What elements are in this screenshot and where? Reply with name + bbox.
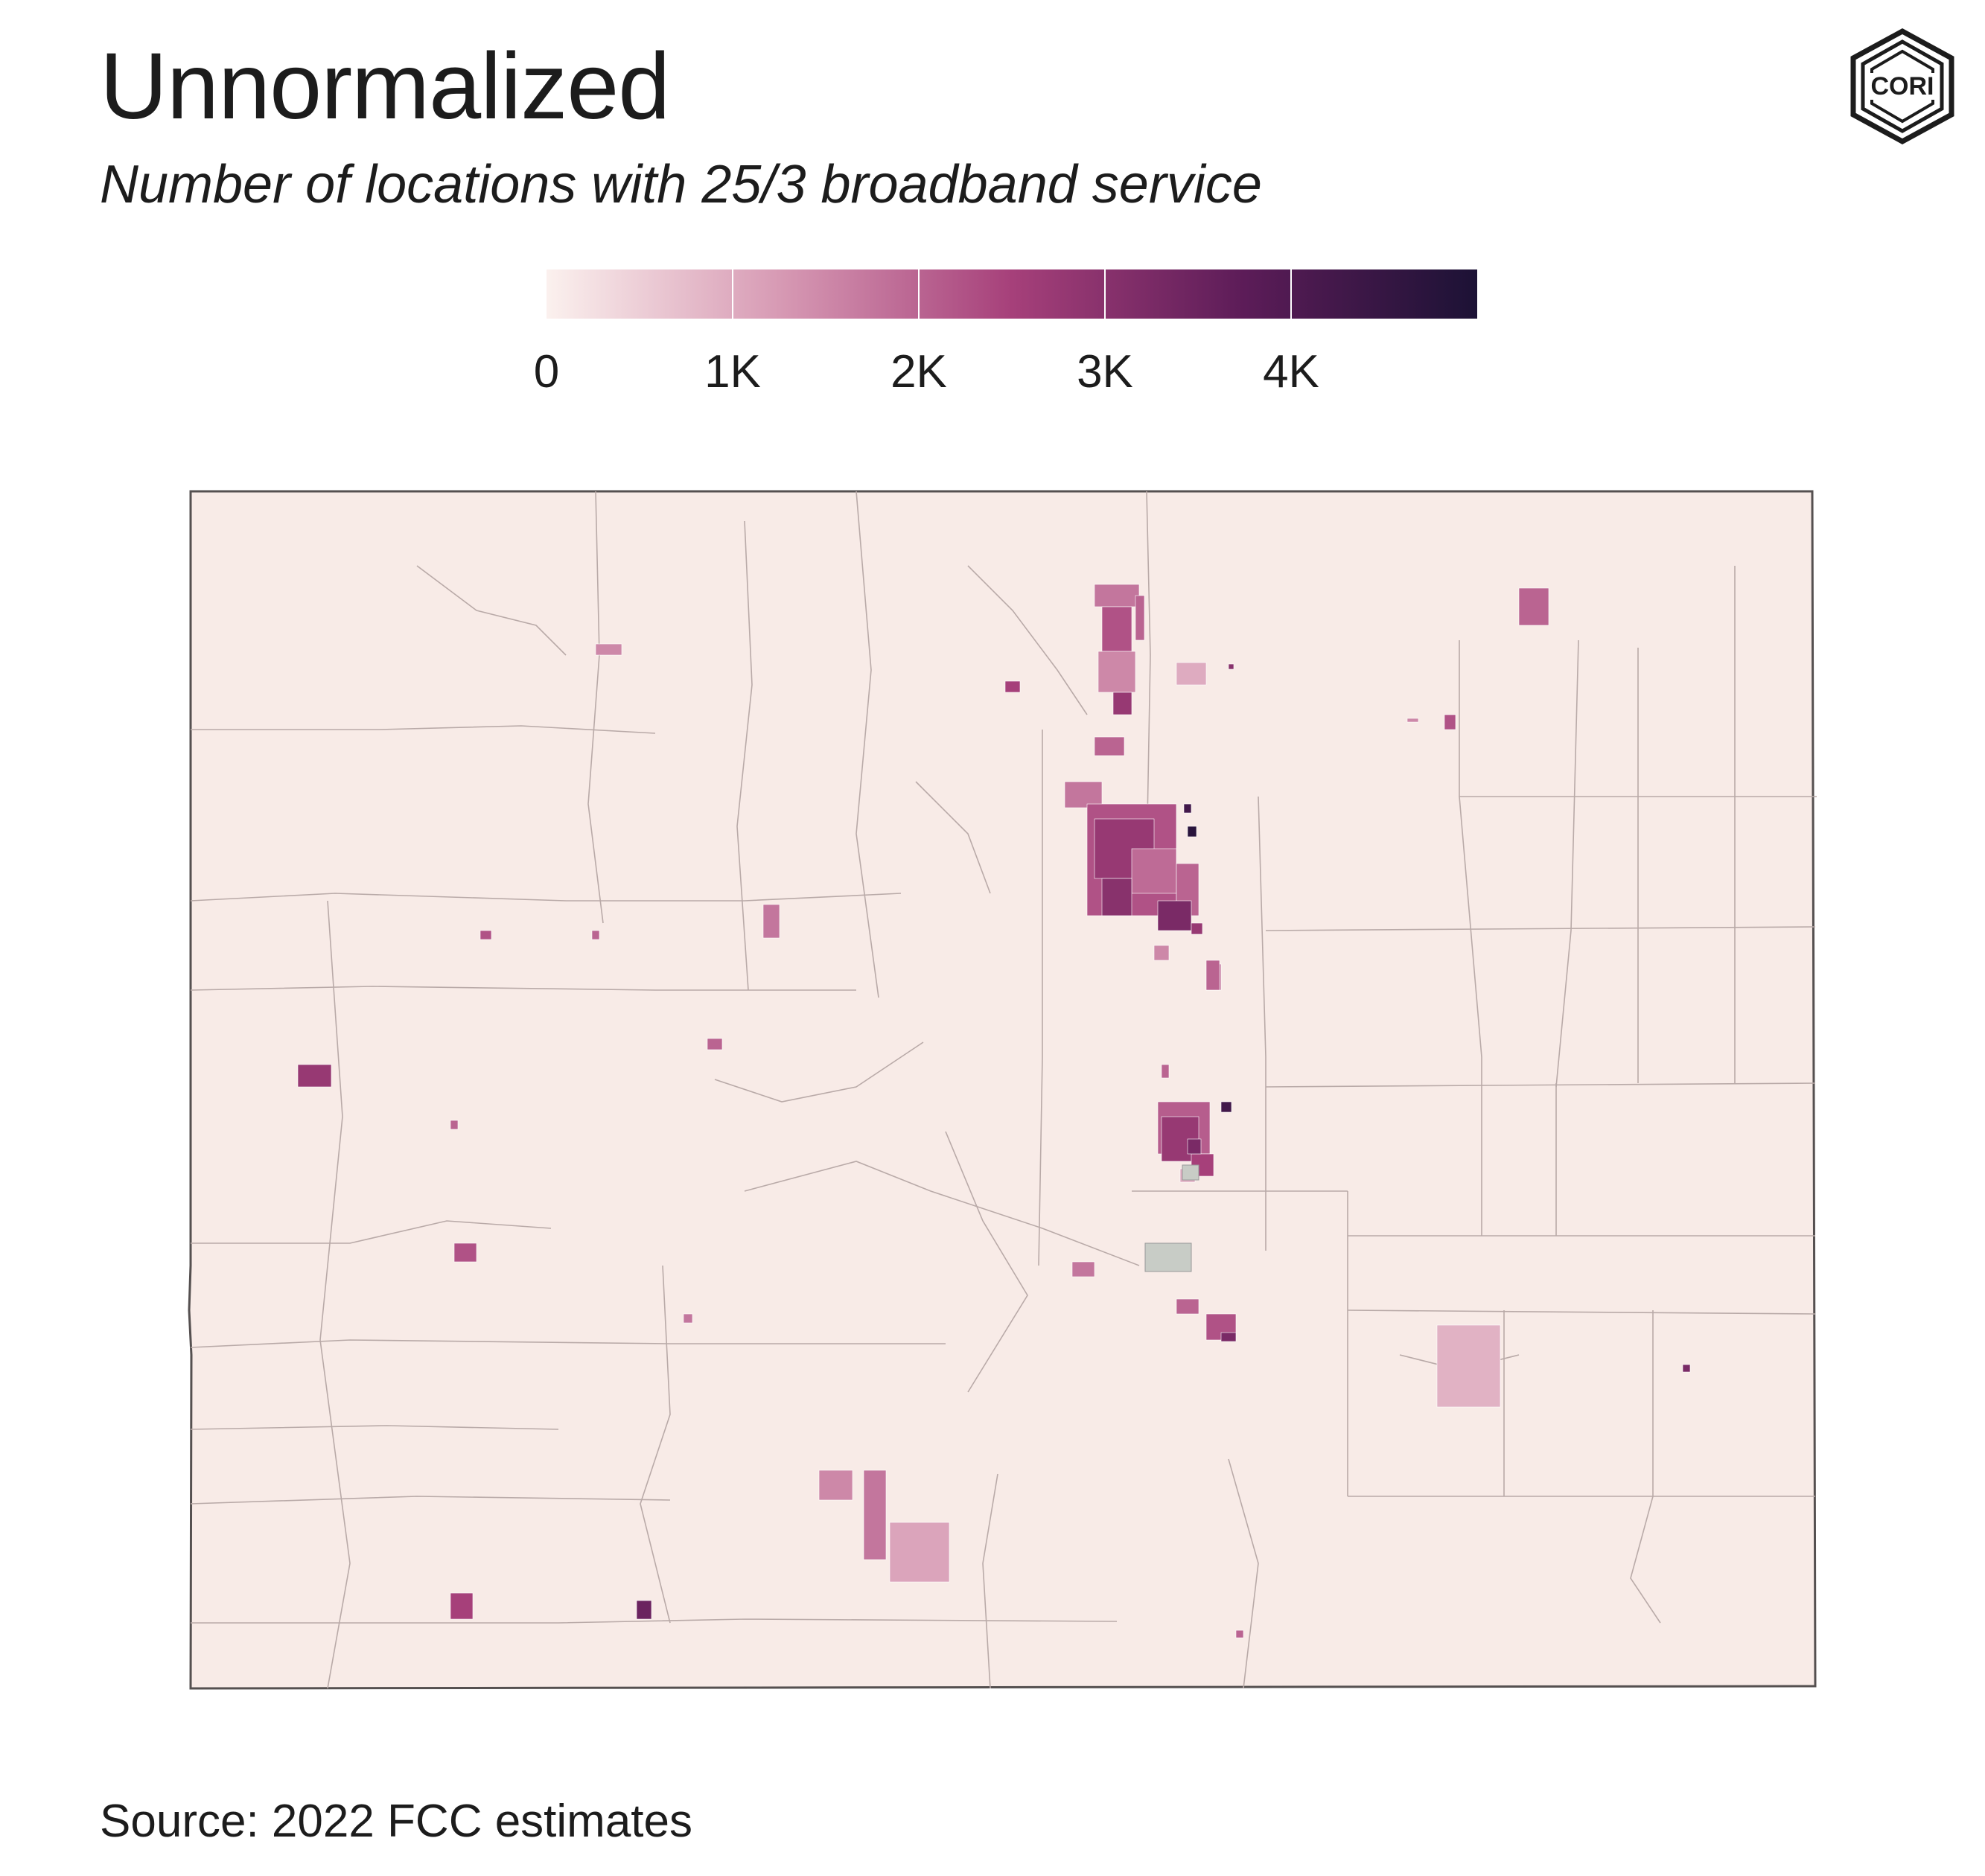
tract-shape — [1220, 1101, 1232, 1113]
no-data-tract — [1182, 1164, 1199, 1181]
tract-shape — [1131, 848, 1177, 894]
no-data-tract — [1144, 1242, 1192, 1272]
tract-shape — [707, 1038, 723, 1050]
tract-shape — [297, 1064, 332, 1088]
tract-shape — [1235, 1630, 1244, 1639]
tract-shape — [450, 1592, 474, 1620]
tract-shape — [1157, 900, 1192, 931]
source-note: Source: 2022 FCC estimates — [100, 1796, 693, 1847]
tract-shape — [1228, 663, 1234, 670]
tract-shape — [1682, 1364, 1691, 1373]
tract-shape — [1176, 662, 1207, 686]
state-outline — [188, 490, 1817, 1690]
tract-shape — [889, 1522, 950, 1583]
tract-shape — [595, 643, 622, 656]
tract-shape — [1220, 1332, 1237, 1342]
tract-shape — [1094, 584, 1140, 607]
tract-shape — [1205, 960, 1220, 991]
tract-shape — [1071, 1261, 1095, 1277]
tract-shape — [1518, 587, 1549, 626]
tract-shape — [1436, 1324, 1501, 1408]
tract-shape — [1187, 826, 1197, 838]
tract-shape — [453, 1242, 477, 1263]
tract-shape — [1183, 803, 1192, 814]
tract-shape — [479, 930, 492, 940]
tract-shape — [1187, 1138, 1202, 1155]
tract-shape — [1101, 878, 1132, 916]
tract-shape — [1444, 714, 1456, 730]
tract-shape — [1176, 1298, 1199, 1315]
tract-shape — [762, 904, 780, 939]
tract-shape — [818, 1470, 853, 1501]
tract-shape — [1112, 692, 1132, 715]
tract-shape — [1191, 922, 1203, 935]
tract-shape — [863, 1470, 887, 1560]
tract-shape — [1004, 680, 1021, 693]
tract-shape — [1094, 736, 1125, 756]
tract-shape — [636, 1600, 652, 1620]
tract-shape — [1406, 718, 1419, 723]
tract-shape — [1101, 606, 1132, 652]
tract-shape — [1097, 651, 1136, 693]
tract-shape — [591, 930, 600, 940]
colorado-map — [188, 490, 1817, 1690]
tract-shape — [450, 1120, 459, 1130]
tract-shape — [1161, 1064, 1170, 1079]
tract-shape — [1135, 595, 1145, 641]
tract-shape — [1153, 945, 1170, 961]
tract-shape — [683, 1313, 693, 1324]
